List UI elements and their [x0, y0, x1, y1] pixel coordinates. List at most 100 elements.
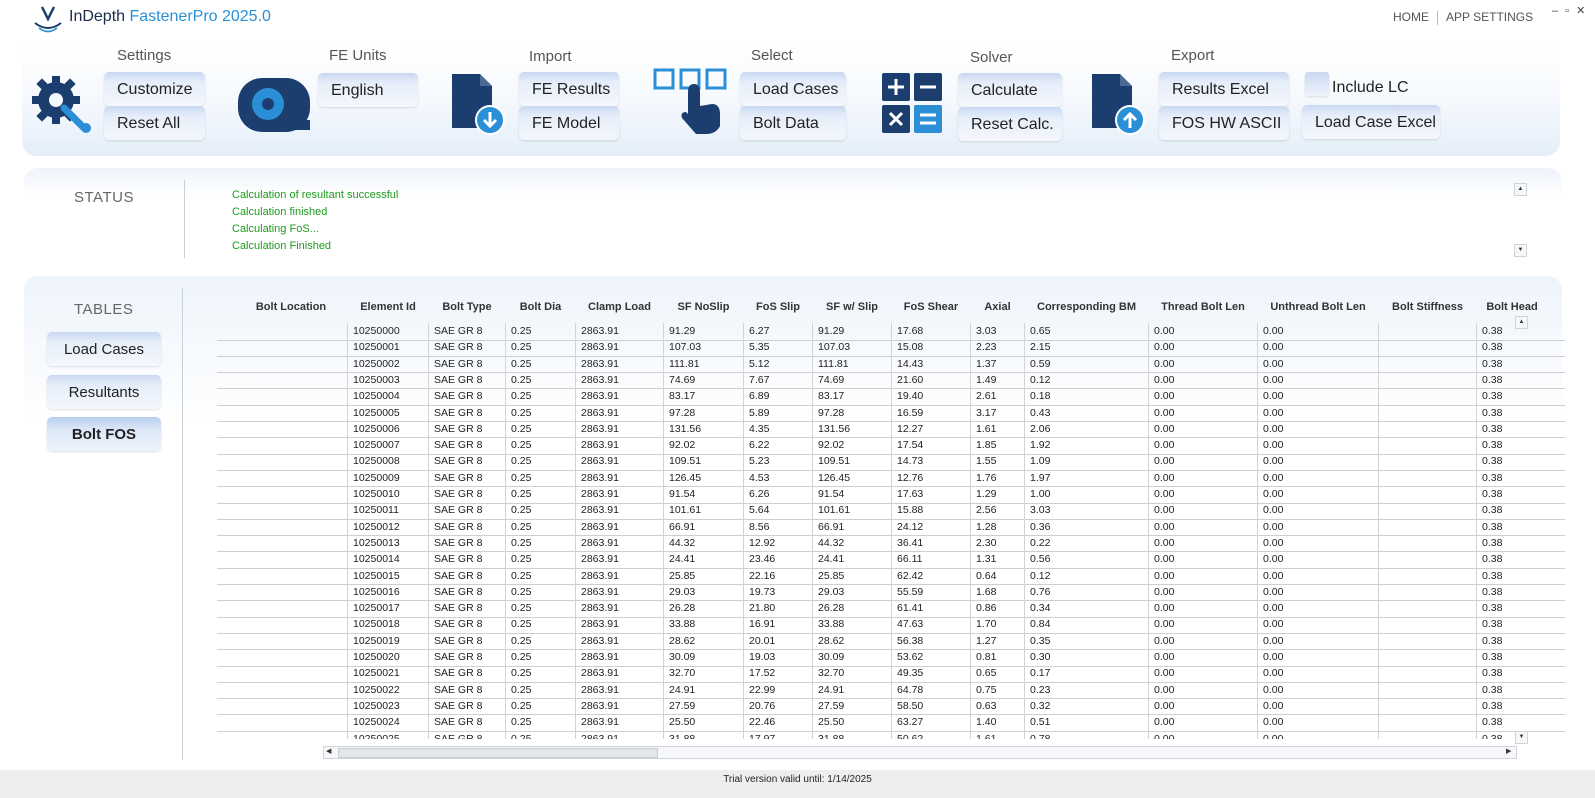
table-cell: 0.00 [1263, 585, 1284, 598]
table-cell: SAE GR 8 [434, 471, 483, 484]
table-cell: SAE GR 8 [434, 390, 483, 403]
customize-button[interactable]: Customize [104, 72, 205, 106]
load-case-excel-button[interactable]: Load Case Excel [1302, 105, 1440, 139]
table-cell: 24.41 [818, 553, 845, 566]
table-cell: 53.62 [897, 651, 924, 663]
column-header[interactable]: Thread Bolt Len [1149, 301, 1257, 313]
column-header[interactable]: Axial [971, 301, 1024, 313]
fe-results-button[interactable]: FE Results [519, 72, 619, 106]
bolt-data-button[interactable]: Bolt Data [740, 106, 846, 140]
top-nav: HOME APP SETTINGS [1385, 10, 1541, 25]
table-cell: 22.16 [749, 569, 776, 582]
table-cell: 10250001 [353, 341, 400, 354]
table-cell: 66.11 [897, 553, 923, 566]
table-cell: 3.03 [976, 325, 997, 337]
settings-gear-wrench-icon [32, 76, 91, 133]
table-cell: 8.56 [749, 520, 770, 533]
sidebar-resultants-button[interactable]: Resultants [47, 375, 161, 409]
table-cell: 1.27 [976, 634, 997, 647]
table-cell: 10250024 [353, 716, 400, 729]
table-cell: 14.73 [897, 455, 924, 468]
table-cell: SAE GR 8 [434, 373, 483, 386]
table-cell: 0.38 [1482, 390, 1503, 403]
table-cell: 25.50 [669, 716, 696, 729]
table-cell: SAE GR 8 [434, 455, 483, 468]
table-cell: 10250003 [353, 373, 400, 386]
table-cell: 2.30 [976, 536, 997, 549]
sidebar-load-cases-button[interactable]: Load Cases [47, 332, 161, 366]
table-cell: 0.00 [1154, 699, 1175, 712]
column-header[interactable]: Corresponding BM [1025, 301, 1148, 313]
table-horizontal-scrollbar[interactable]: ◀ ▶ [323, 746, 1517, 759]
table-cell: 12.92 [749, 536, 776, 549]
column-header[interactable]: Bolt Dia [506, 301, 575, 313]
table-cell: 2.15 [1030, 341, 1051, 354]
results-excel-button[interactable]: Results Excel [1159, 72, 1289, 106]
table-cell: 64.78 [897, 683, 924, 696]
home-link[interactable]: HOME [1385, 10, 1437, 25]
fos-hw-ascii-button[interactable]: FOS HW ASCII [1159, 106, 1289, 140]
app-settings-link[interactable]: APP SETTINGS [1438, 10, 1541, 25]
table-cell: SAE GR 8 [434, 504, 483, 517]
calculate-button[interactable]: Calculate [958, 73, 1062, 107]
table-cell: 0.25 [511, 341, 532, 354]
table-cell: 14.43 [897, 357, 924, 370]
tape-measure-icon [238, 78, 310, 132]
table-cell: 0.00 [1154, 651, 1175, 663]
solver-group-label: Solver [970, 49, 1013, 66]
include-lc-label: Include LC [1332, 79, 1409, 96]
table-cell: 2863.91 [581, 651, 619, 663]
table-cell: 2863.91 [581, 439, 619, 452]
table-cell: 7.67 [749, 373, 770, 386]
window-controls[interactable]: – ▫ ✕ [1552, 4, 1587, 17]
fe-model-button[interactable]: FE Model [519, 106, 619, 140]
status-scroll-up-icon[interactable]: ▲ [1514, 183, 1527, 196]
table-cell: 1.00 [1030, 488, 1051, 500]
column-header[interactable]: Clamp Load [576, 301, 663, 313]
sidebar-bolt-fos-button[interactable]: Bolt FOS [47, 417, 161, 451]
table-cell: SAE GR 8 [434, 732, 483, 740]
table-scroll-down-icon[interactable]: ▼ [1515, 731, 1528, 744]
status-scroll-down-icon[interactable]: ▼ [1514, 244, 1527, 257]
column-header[interactable]: Bolt Head [1477, 301, 1547, 313]
fe-units-dropdown[interactable]: English [318, 73, 418, 107]
table-cell: 2863.91 [581, 504, 619, 517]
table-cell: 0.12 [1030, 569, 1051, 582]
table-cell: 0.00 [1263, 553, 1284, 566]
table-cell: 50.62 [897, 732, 924, 740]
table-cell: 0.38 [1482, 732, 1503, 740]
table-cell: 2863.91 [581, 732, 619, 740]
column-header[interactable]: FoS Shear [892, 301, 970, 313]
column-header[interactable]: Element Id [348, 301, 428, 313]
table-cell: 1.70 [976, 618, 997, 631]
column-header[interactable]: SF w/ Slip [813, 301, 891, 313]
table-cell: 91.29 [669, 325, 696, 337]
column-header[interactable]: Bolt Stiffness [1379, 301, 1476, 313]
table-cell: 0.00 [1154, 618, 1175, 631]
column-header[interactable]: Bolt Location [237, 301, 345, 313]
scroll-left-icon[interactable]: ◀ [326, 747, 331, 755]
scrollbar-thumb[interactable] [338, 748, 658, 758]
reset-all-button[interactable]: Reset All [104, 106, 205, 140]
table-cell: 20.76 [749, 699, 776, 712]
table-cell: 22.46 [749, 716, 776, 729]
table-cell: 0.00 [1263, 536, 1284, 549]
column-header[interactable]: SF NoSlip [664, 301, 743, 313]
scroll-right-icon[interactable]: ▶ [1506, 747, 1511, 755]
table-cell: 33.88 [818, 618, 845, 631]
table-cell: 6.27 [749, 325, 770, 337]
table-scroll-up-icon[interactable]: ▲ [1515, 316, 1528, 329]
load-cases-select-button[interactable]: Load Cases [740, 72, 846, 106]
reset-calc-button[interactable]: Reset Calc. [958, 107, 1062, 141]
table-cell: 1.09 [1030, 455, 1051, 468]
include-lc-checkbox[interactable] [1305, 72, 1329, 96]
table-cell: 0.56 [1030, 553, 1051, 566]
column-header[interactable]: Bolt Type [429, 301, 505, 313]
table-cell: 10250010 [353, 488, 400, 500]
table-cell: 26.28 [669, 602, 696, 615]
column-header[interactable]: FoS Slip [744, 301, 812, 313]
table-cell: 2863.91 [581, 618, 619, 631]
table-cell: 29.03 [818, 585, 845, 598]
table-cell: 6.26 [749, 488, 770, 500]
column-header[interactable]: Unthread Bolt Len [1258, 301, 1378, 313]
